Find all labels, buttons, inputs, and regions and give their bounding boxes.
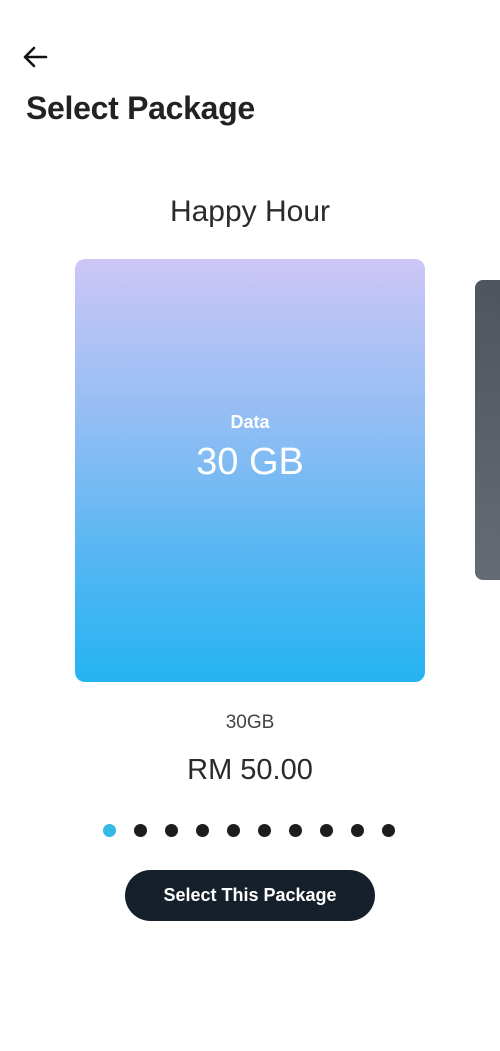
- carousel-dot[interactable]: [320, 824, 333, 837]
- carousel-dot[interactable]: [289, 824, 302, 837]
- next-package-card[interactable]: [475, 280, 500, 580]
- carousel-dot[interactable]: [196, 824, 209, 837]
- card-label: Data: [230, 411, 270, 432]
- carousel-dot[interactable]: [165, 824, 178, 837]
- carousel-dot[interactable]: [382, 824, 395, 837]
- select-package-button[interactable]: Select This Package: [125, 870, 375, 921]
- card-value: 30 GB: [196, 440, 304, 483]
- carousel-dot[interactable]: [134, 824, 147, 837]
- carousel-dot[interactable]: [351, 824, 364, 837]
- back-button[interactable]: [18, 42, 52, 72]
- carousel-dots: [103, 824, 413, 837]
- package-price: RM 50.00: [187, 754, 313, 786]
- package-card[interactable]: Data 30 GB: [75, 259, 425, 682]
- carousel-dot[interactable]: [103, 824, 116, 837]
- carousel-dot[interactable]: [258, 824, 271, 837]
- carousel-dot[interactable]: [227, 824, 240, 837]
- page-title: Select Package: [26, 90, 255, 126]
- arrow-left-icon: [23, 46, 48, 68]
- package-name: Happy Hour: [169, 195, 331, 228]
- package-subtitle: 30GB: [225, 712, 275, 733]
